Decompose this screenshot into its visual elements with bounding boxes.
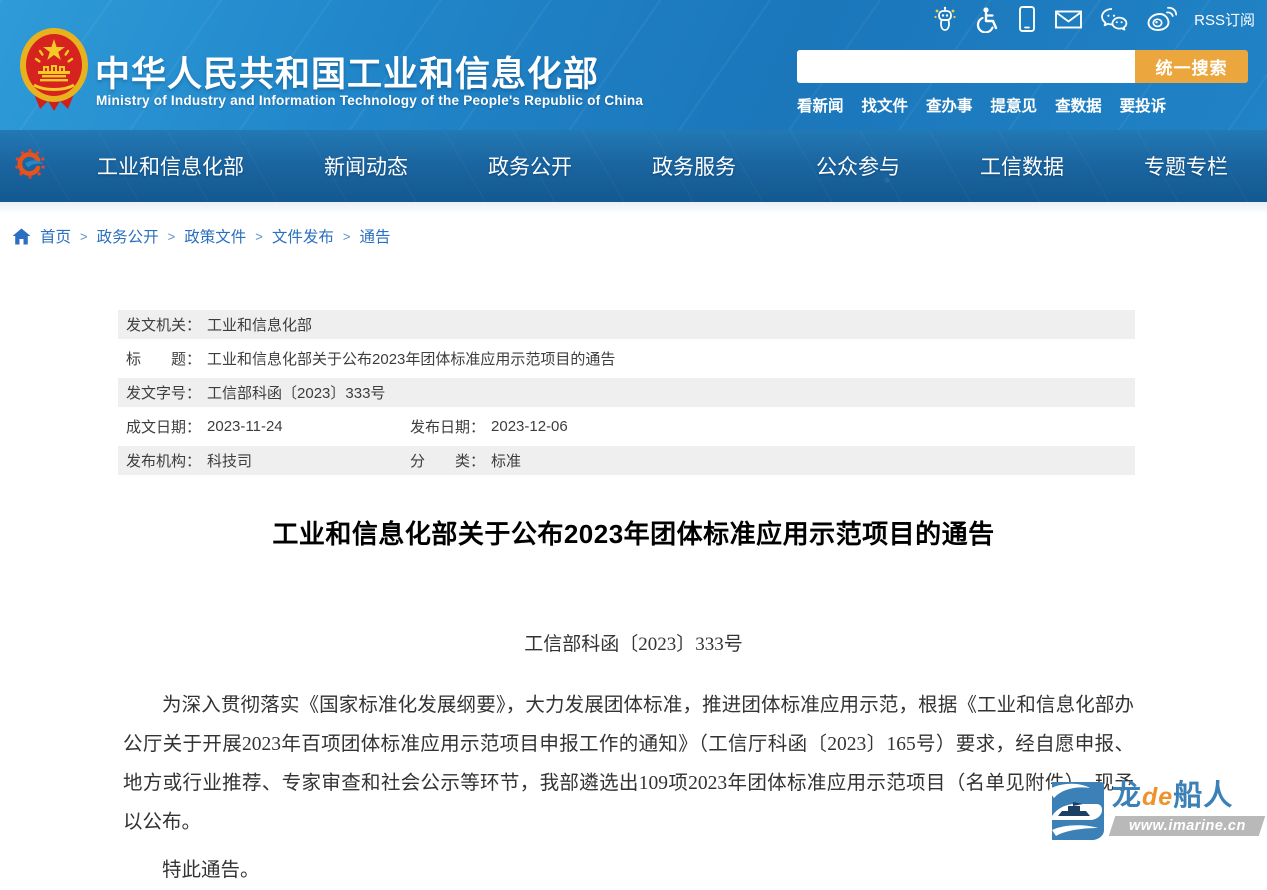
home-icon[interactable] bbox=[12, 228, 31, 245]
watermark-name-part: 船人 bbox=[1173, 780, 1234, 812]
quick-links-row: 看新闻 找文件 查办事 提意见 查数据 要投诉 bbox=[797, 94, 1166, 116]
article-paragraph: 特此通告。 bbox=[162, 860, 260, 881]
meta-label: 发文机关： bbox=[126, 317, 202, 334]
breadcrumb-gov-disclosure[interactable]: 政务公开 bbox=[97, 225, 159, 247]
quick-link-complaints[interactable]: 要投诉 bbox=[1120, 94, 1167, 116]
watermark-url-banner: www.imarine.cn bbox=[1108, 816, 1266, 836]
meta-value: 2023-11-24 bbox=[207, 418, 283, 435]
robot-icon[interactable] bbox=[932, 6, 958, 32]
breadcrumb: 首页 > 政务公开 > 政策文件 > 文件发布 > 通告 bbox=[12, 225, 390, 247]
nav-item-gov-disclosure[interactable]: 政务公开 bbox=[488, 151, 572, 181]
meta-value: 标准 bbox=[491, 453, 522, 470]
wechat-icon[interactable] bbox=[1100, 7, 1129, 31]
meta-value: 工业和信息化部关于公布2023年团体标准应用示范项目的通告 bbox=[207, 351, 616, 368]
quick-link-news[interactable]: 看新闻 bbox=[797, 94, 844, 116]
weibo-icon[interactable] bbox=[1146, 6, 1178, 32]
national-emblem-logo bbox=[18, 27, 90, 118]
unified-search-button[interactable]: 统一搜索 bbox=[1135, 50, 1248, 83]
breadcrumb-current-notice: 通告 bbox=[359, 229, 391, 246]
mobile-phone-icon[interactable] bbox=[1017, 5, 1037, 33]
mail-icon[interactable] bbox=[1054, 9, 1083, 30]
meta-label: 发布日期： bbox=[410, 419, 486, 436]
watermark-name-part: de bbox=[1142, 783, 1174, 811]
breadcrumb-document-release[interactable]: 文件发布 bbox=[272, 225, 334, 247]
site-header: RSS订阅 中华人民共和国工业和信息化部 Ministry of Industr… bbox=[0, 0, 1267, 130]
quick-link-services[interactable]: 查办事 bbox=[926, 94, 973, 116]
breadcrumb-separator: > bbox=[80, 228, 88, 244]
nav-item-news[interactable]: 新闻动态 bbox=[324, 151, 408, 181]
main-nav-items: 工业和信息化部 新闻动态 政务公开 政务服务 公众参与 工信数据 专题专栏 bbox=[97, 130, 1228, 202]
meta-row-title: 标 题： 工业和信息化部关于公布2023年团体标准应用示范项目的通告 bbox=[118, 344, 1135, 373]
accessibility-icon[interactable] bbox=[975, 6, 1000, 33]
meta-value: 工业和信息化部 bbox=[207, 317, 313, 334]
meta-value: 科技司 bbox=[207, 453, 253, 470]
breadcrumb-policy-documents[interactable]: 政策文件 bbox=[184, 225, 246, 247]
quick-link-documents[interactable]: 找文件 bbox=[862, 94, 909, 116]
miit-swirl-logo-icon bbox=[12, 148, 48, 189]
nav-item-gov-services[interactable]: 政务服务 bbox=[652, 151, 736, 181]
site-subtitle: Ministry of Industry and Information Tec… bbox=[96, 93, 644, 108]
meta-label: 分 类： bbox=[410, 453, 486, 470]
nav-item-public-participation[interactable]: 公众参与 bbox=[816, 151, 900, 181]
document-meta-table: 发文机关： 工业和信息化部 标 题： 工业和信息化部关于公布2023年团体标准应… bbox=[118, 310, 1135, 480]
article-paragraph: 为深入贯彻落实《国家标准化发展纲要》，大力发展团体标准，推进团体标准应用示范，根… bbox=[123, 695, 1134, 833]
meta-row-document-number: 发文字号： 工信部科函〔2023〕333号 bbox=[118, 378, 1135, 407]
site-title: 中华人民共和国工业和信息化部 bbox=[95, 55, 600, 94]
meta-row-agency-category: 发布机构： 科技司 分 类： 标准 bbox=[118, 446, 1135, 475]
content-top-strip bbox=[0, 202, 1267, 214]
quick-link-data[interactable]: 查数据 bbox=[1055, 94, 1102, 116]
article-body: 为深入贯彻落实《国家标准化发展纲要》，大力发展团体标准，推进团体标准应用示范，根… bbox=[123, 686, 1134, 890]
quick-link-suggestions[interactable]: 提意见 bbox=[991, 94, 1038, 116]
meta-label: 发布机构： bbox=[126, 453, 202, 470]
breadcrumb-home[interactable]: 首页 bbox=[40, 225, 71, 247]
nav-item-miit-data[interactable]: 工信数据 bbox=[980, 151, 1064, 181]
meta-value: 2023-12-06 bbox=[491, 418, 568, 435]
meta-row-dates: 成文日期： 2023-11-24 发布日期： 2023-12-06 bbox=[118, 412, 1135, 441]
topbar-icon-row: RSS订阅 bbox=[932, 4, 1255, 34]
rss-subscribe-link[interactable]: RSS订阅 bbox=[1194, 9, 1255, 30]
article-title: 工业和信息化部关于公布2023年团体标准应用示范项目的通告 bbox=[272, 519, 995, 549]
meta-row-issuing-authority: 发文机关： 工业和信息化部 bbox=[118, 310, 1135, 339]
article-doc-number: 工信部科函〔2023〕333号 bbox=[524, 634, 743, 655]
meta-label: 发文字号： bbox=[126, 385, 202, 402]
imarine-watermark: 龙de船人 www.imarine.cn bbox=[1046, 780, 1266, 848]
watermark-name-part: 龙 bbox=[1112, 780, 1143, 812]
ship-logo-icon bbox=[1046, 780, 1106, 844]
watermark-url: www.imarine.cn bbox=[1128, 818, 1246, 834]
breadcrumb-separator: > bbox=[342, 228, 351, 244]
unified-search-input[interactable] bbox=[797, 50, 1135, 83]
breadcrumb-separator: > bbox=[167, 228, 176, 244]
nav-item-miit[interactable]: 工业和信息化部 bbox=[97, 151, 244, 181]
meta-label: 成文日期： bbox=[126, 419, 202, 436]
meta-label: 标 题： bbox=[126, 351, 202, 368]
watermark-name: 龙de船人 bbox=[1112, 780, 1262, 813]
breadcrumb-separator: > bbox=[255, 228, 263, 244]
watermark-text: 龙de船人 www.imarine.cn bbox=[1108, 780, 1266, 836]
meta-value: 工信部科函〔2023〕333号 bbox=[207, 385, 386, 402]
nav-item-special-topics[interactable]: 专题专栏 bbox=[1144, 151, 1228, 181]
